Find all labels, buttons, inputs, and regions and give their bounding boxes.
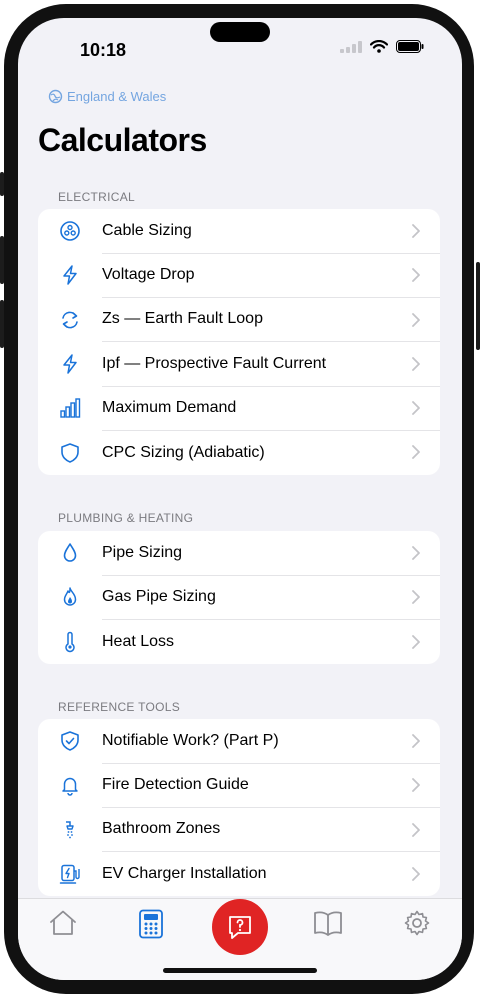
row-label: Bathroom Zones — [102, 807, 440, 853]
chevron-right-icon — [412, 734, 420, 748]
help-chat-icon — [229, 916, 251, 939]
chevron-right-icon — [412, 356, 420, 371]
home-indicator — [163, 968, 317, 973]
droplet-icon — [63, 543, 77, 562]
row-cable-sizing[interactable]: Cable Sizing — [38, 209, 440, 254]
row-prospective-fault-current[interactable]: Ipf — Prospective Fault Current — [38, 341, 440, 387]
loop-icon — [62, 311, 78, 329]
chevron-right-icon — [412, 590, 420, 605]
row-ev-charger[interactable]: EV Charger Installation — [38, 852, 440, 896]
signal-icon — [340, 40, 362, 53]
tab-settings[interactable] — [403, 909, 431, 942]
row-bathroom-zones[interactable]: Bathroom Zones — [38, 807, 440, 853]
row-label: Ipf — Prospective Fault Current — [102, 341, 440, 387]
screen: 10:18 England & Wales Calculators ELECTR… — [18, 18, 462, 980]
shield-icon — [61, 442, 79, 463]
row-heat-loss[interactable]: Heat Loss — [38, 620, 440, 664]
flame-icon — [63, 587, 77, 607]
section-title-plumbing: PLUMBING & HEATING — [58, 511, 194, 525]
section-title-reference: REFERENCE TOOLS — [58, 700, 181, 714]
row-maximum-demand[interactable]: Maximum Demand — [38, 386, 440, 431]
group-reference: Notifiable Work? (Part P) Fire Detection… — [38, 719, 440, 897]
book-icon — [314, 911, 342, 936]
bar-chart-icon — [60, 398, 81, 419]
row-voltage-drop[interactable]: Voltage Drop — [38, 253, 440, 299]
lightning-icon — [63, 265, 77, 286]
power-button — [476, 262, 480, 350]
row-label: Gas Pipe Sizing — [102, 575, 440, 621]
row-label: Notifiable Work? (Part P) — [102, 719, 440, 764]
battery-icon — [396, 40, 424, 53]
wifi-icon — [370, 40, 388, 53]
row-label: Cable Sizing — [102, 209, 440, 254]
row-earth-fault-loop[interactable]: Zs — Earth Fault Loop — [38, 297, 440, 343]
row-label: Pipe Sizing — [102, 531, 440, 576]
gear-icon — [404, 910, 430, 936]
chevron-right-icon — [412, 401, 420, 416]
calculator-icon — [139, 909, 163, 939]
region-selector[interactable]: England & Wales — [48, 89, 166, 104]
row-gas-pipe-sizing[interactable]: Gas Pipe Sizing — [38, 575, 440, 621]
page-title: Calculators — [38, 122, 207, 158]
chevron-right-icon — [412, 634, 420, 649]
chevron-right-icon — [412, 778, 420, 793]
row-cpc-sizing[interactable]: CPC Sizing (Adiabatic) — [38, 430, 440, 474]
row-label: Heat Loss — [102, 632, 175, 650]
status-time: 10:18 — [80, 40, 127, 60]
row-fire-detection[interactable]: Fire Detection Guide — [38, 763, 440, 809]
bell-icon — [62, 778, 78, 797]
row-label: EV Charger Installation — [102, 865, 267, 883]
tab-reference[interactable] — [313, 909, 343, 942]
group-plumbing: Pipe Sizing Gas Pipe Sizing Heat Loss — [38, 531, 440, 664]
tab-home[interactable] — [48, 909, 78, 942]
row-label: CPC Sizing (Adiabatic) — [102, 443, 265, 461]
row-label: Maximum Demand — [102, 386, 440, 431]
action-button — [0, 172, 4, 196]
chevron-right-icon — [412, 312, 420, 327]
ev-charger-icon — [59, 864, 80, 884]
chevron-right-icon — [412, 224, 420, 238]
row-label: Voltage Drop — [102, 253, 440, 299]
dynamic-island — [210, 22, 270, 42]
shower-icon — [66, 820, 74, 839]
row-notifiable-work[interactable]: Notifiable Work? (Part P) — [38, 719, 440, 764]
tab-help[interactable] — [212, 899, 268, 955]
chevron-right-icon — [412, 866, 420, 881]
group-electrical: Cable Sizing Voltage Drop Zs — Earth Fau… — [38, 209, 440, 475]
section-title-electrical: ELECTRICAL — [58, 190, 136, 204]
chevron-right-icon — [412, 268, 420, 283]
region-label: England & Wales — [67, 89, 167, 104]
volume-up-button — [0, 236, 4, 284]
status-icons — [340, 40, 424, 53]
home-icon — [50, 910, 76, 935]
volume-down-button — [0, 300, 4, 348]
chevron-right-icon — [412, 546, 420, 560]
row-pipe-sizing[interactable]: Pipe Sizing — [38, 531, 440, 576]
lightning-icon — [63, 354, 77, 374]
chevron-right-icon — [412, 822, 420, 837]
globe-icon — [48, 89, 63, 104]
shield-check-icon — [61, 731, 79, 751]
row-label: Fire Detection Guide — [102, 763, 440, 809]
row-label: Zs — Earth Fault Loop — [102, 297, 440, 343]
cable-icon — [60, 221, 80, 241]
thermometer-icon — [65, 631, 75, 652]
tab-calculators[interactable] — [138, 909, 164, 944]
chevron-right-icon — [412, 445, 420, 460]
